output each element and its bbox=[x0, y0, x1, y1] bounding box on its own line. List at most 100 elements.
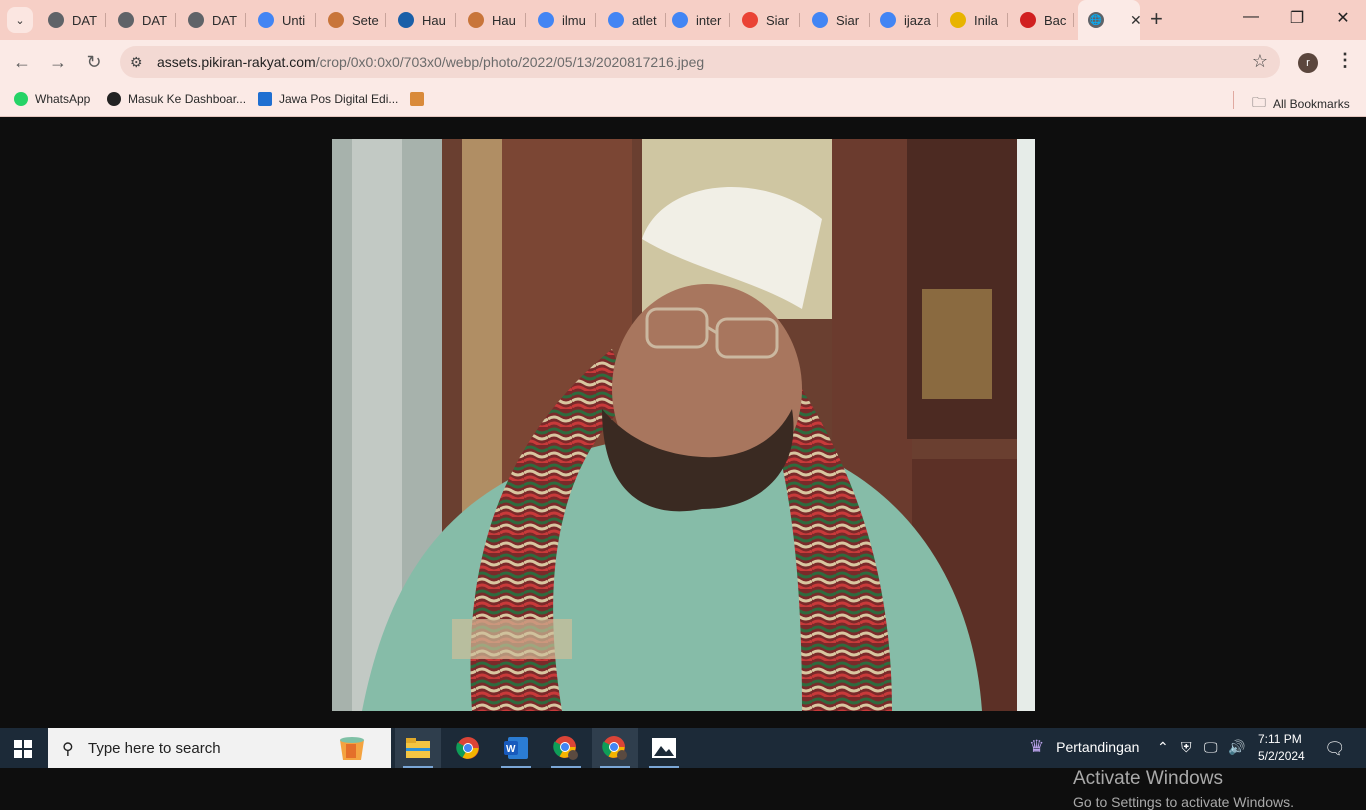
dashboard-icon bbox=[107, 92, 121, 106]
globe-icon: 🌐 bbox=[1088, 12, 1104, 28]
tab-label: DAT bbox=[72, 12, 98, 28]
site-icon bbox=[950, 12, 966, 28]
search-highlight-icon bbox=[340, 737, 364, 760]
bookmark-item[interactable] bbox=[410, 92, 431, 106]
profile-avatar[interactable]: r bbox=[1298, 53, 1318, 73]
tab-label: Inila bbox=[974, 12, 998, 28]
tab[interactable]: DAT bbox=[40, 6, 106, 34]
volume-icon[interactable]: 🔊 bbox=[1228, 739, 1245, 756]
tab[interactable]: Inila bbox=[942, 6, 1008, 34]
watermark-subtitle: Go to Settings to activate Windows. bbox=[1073, 794, 1294, 810]
bookmarks-bar: WhatsApp Masuk Ke Dashboar... Jawa Pos Dig… bbox=[0, 84, 1366, 117]
file-explorer-app[interactable] bbox=[395, 728, 441, 768]
tab[interactable]: ijaza bbox=[872, 6, 938, 34]
close-tab-icon[interactable]: ✕ bbox=[1130, 12, 1140, 29]
show-hidden-icons-button[interactable]: ⌃ bbox=[1157, 739, 1169, 756]
tab-label: Unti bbox=[282, 12, 306, 28]
tab[interactable]: atlet bbox=[600, 6, 666, 34]
tab-active[interactable]: 🌐 ✕ bbox=[1078, 0, 1140, 40]
tab-separator bbox=[455, 13, 456, 27]
restore-button[interactable]: ❐ bbox=[1282, 8, 1312, 28]
start-button[interactable] bbox=[14, 740, 32, 758]
tab[interactable]: Hau bbox=[460, 6, 526, 34]
docs-icon bbox=[258, 12, 274, 28]
word-app[interactable]: W bbox=[493, 728, 539, 768]
system-clock[interactable]: 7:11 PM 5/2/2024 bbox=[1258, 731, 1305, 765]
chrome-app[interactable] bbox=[445, 728, 491, 768]
trophy-icon: ♛ bbox=[1029, 737, 1045, 756]
tab[interactable]: inter bbox=[664, 6, 730, 34]
tab[interactable]: Unti bbox=[250, 6, 316, 34]
tab[interactable]: Bac bbox=[1012, 6, 1074, 34]
windows-taskbar: ⚲ Type here to search W ♛ Pertandingan ⌃… bbox=[0, 728, 1366, 768]
chrome-profile-icon bbox=[553, 736, 578, 760]
tab[interactable]: Hau bbox=[390, 6, 456, 34]
menu-kebab-icon[interactable]: ⋮ bbox=[1336, 50, 1354, 71]
tab-separator bbox=[869, 13, 870, 27]
page-viewport: Activate Windows Go to Settings to activ… bbox=[0, 117, 1366, 810]
tab-separator bbox=[385, 13, 386, 27]
displayed-photo bbox=[332, 139, 1035, 711]
chevron-down-icon: ⌄ bbox=[15, 14, 25, 27]
notifications-icon[interactable]: 🗨 bbox=[1324, 739, 1346, 759]
new-tab-button[interactable]: + bbox=[1150, 8, 1163, 30]
tab-label: inter bbox=[696, 12, 722, 28]
tab[interactable]: Siar bbox=[804, 6, 870, 34]
globe-icon bbox=[188, 12, 204, 28]
network-icon[interactable]: 🖵 bbox=[1204, 739, 1218, 756]
all-bookmarks-label: All Bookmarks bbox=[1273, 97, 1350, 111]
tab-separator bbox=[937, 13, 938, 27]
tab-label: ilmu bbox=[562, 12, 586, 28]
tab[interactable]: ilmu bbox=[530, 6, 596, 34]
svg-text:W: W bbox=[506, 744, 516, 755]
bookmark-item[interactable]: Masuk Ke Dashboar... bbox=[107, 92, 246, 106]
bookmark-item[interactable]: WhatsApp bbox=[14, 92, 90, 106]
clock-time: 7:11 PM bbox=[1258, 732, 1302, 746]
back-button[interactable]: ← bbox=[11, 52, 33, 72]
folder-icon bbox=[406, 738, 430, 758]
folder-icon: 🗀 bbox=[1252, 94, 1266, 110]
weather-label: Pertandingan bbox=[1056, 739, 1140, 755]
watermark-title: Activate Windows bbox=[1073, 768, 1223, 789]
forward-button[interactable]: → bbox=[47, 52, 69, 72]
chrome-profile-h-app[interactable] bbox=[543, 728, 589, 768]
google-icon bbox=[608, 12, 624, 28]
tab-separator bbox=[525, 13, 526, 27]
tab-search-button[interactable]: ⌄ bbox=[7, 7, 33, 33]
bookmark-star-icon[interactable]: ☆ bbox=[1252, 51, 1268, 72]
tab-separator bbox=[315, 13, 316, 27]
tab[interactable]: Sete bbox=[320, 6, 386, 34]
portrait-image bbox=[332, 139, 1035, 711]
chrome-icon bbox=[456, 737, 479, 759]
tab[interactable]: DAT bbox=[110, 6, 176, 34]
docs-icon bbox=[812, 12, 828, 28]
tab-label: Siar bbox=[766, 12, 790, 28]
reload-button[interactable]: ↻ bbox=[83, 52, 105, 72]
taskbar-search[interactable]: ⚲ Type here to search bbox=[48, 728, 391, 768]
weather-widget[interactable]: ♛ Pertandingan bbox=[1029, 737, 1139, 757]
google-icon bbox=[538, 12, 554, 28]
security-icon[interactable]: ⛨ bbox=[1181, 739, 1192, 756]
chrome-profile-icon bbox=[602, 736, 627, 760]
tab[interactable]: Siar bbox=[734, 6, 800, 34]
tab-label: atlet bbox=[632, 12, 657, 28]
google-icon bbox=[672, 12, 688, 28]
close-window-button[interactable]: ✕ bbox=[1328, 8, 1358, 28]
all-bookmarks-button[interactable]: 🗀 All Bookmarks bbox=[1252, 92, 1350, 116]
tab-label: Hau bbox=[492, 12, 516, 28]
url-text[interactable]: assets.pikiran-rakyat.com/crop/0x0:0x0/7… bbox=[157, 54, 704, 70]
site-icon bbox=[468, 12, 484, 28]
search-icon: ⚲ bbox=[62, 741, 74, 758]
tab[interactable]: DAT bbox=[180, 6, 246, 34]
photos-app[interactable] bbox=[641, 728, 687, 768]
minimize-button[interactable]: — bbox=[1236, 8, 1266, 26]
bookmarks-divider bbox=[1233, 91, 1234, 109]
tab-separator bbox=[729, 13, 730, 27]
photos-icon bbox=[652, 738, 676, 758]
bookmark-label: WhatsApp bbox=[35, 92, 91, 106]
site-info-icon[interactable]: ⚙ bbox=[130, 54, 143, 71]
tab-separator bbox=[595, 13, 596, 27]
bookmark-item[interactable]: Jawa Pos Digital Edi... bbox=[258, 92, 398, 106]
chrome-profile-r-app[interactable] bbox=[592, 728, 638, 768]
address-bar[interactable]: ⚙ assets.pikiran-rakyat.com/crop/0x0:0x0… bbox=[120, 46, 1280, 78]
